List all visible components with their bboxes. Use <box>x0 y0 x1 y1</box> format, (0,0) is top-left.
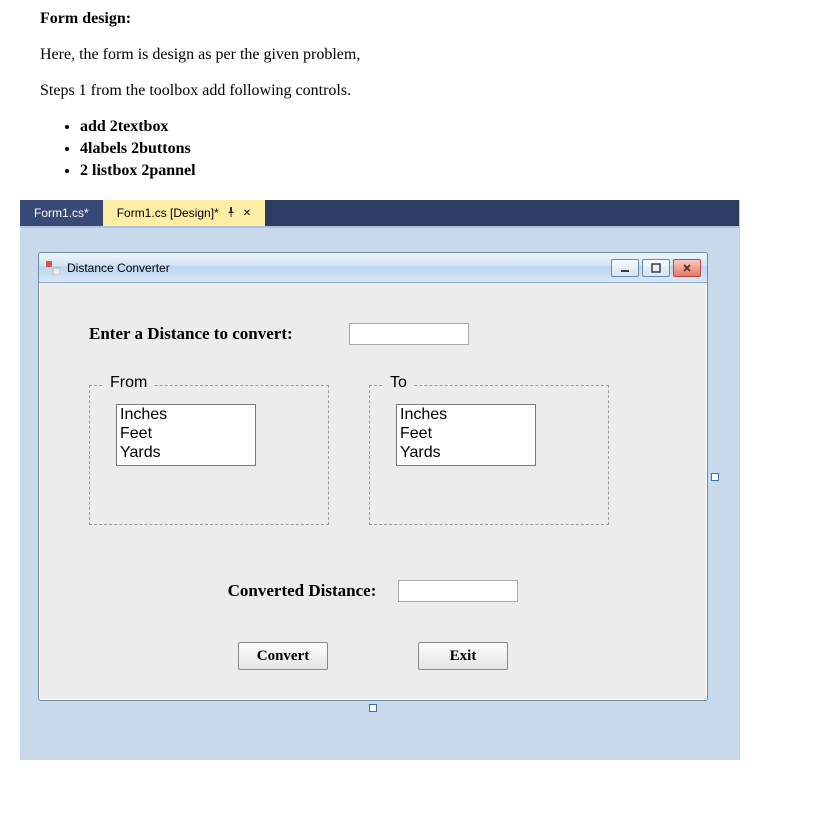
panels-row: From Inches Feet Yards To Inches Feet Ya… <box>89 385 657 525</box>
close-button[interactable] <box>673 259 701 277</box>
app-window[interactable]: Distance Converter Enter a Distance to c… <box>38 252 708 701</box>
list-item[interactable]: Inches <box>120 405 252 424</box>
list-item[interactable]: Yards <box>120 443 252 462</box>
tab-label: Form1.cs [Design]* <box>117 206 219 220</box>
designer-surface[interactable]: Distance Converter Enter a Distance to c… <box>20 226 739 760</box>
to-panel[interactable]: To Inches Feet Yards <box>369 385 609 525</box>
maximize-button[interactable] <box>642 259 670 277</box>
list-item[interactable]: Yards <box>400 443 532 462</box>
converted-row: Converted Distance: <box>89 580 657 602</box>
tab-form1-cs[interactable]: Form1.cs* <box>20 200 103 226</box>
ide-window: Form1.cs* Form1.cs [Design]* ✕ Distance … <box>20 200 740 760</box>
close-icon[interactable]: ✕ <box>243 208 251 219</box>
list-item[interactable]: Feet <box>400 424 532 443</box>
list-item[interactable]: Feet <box>120 424 252 443</box>
bullet-item: add 2textbox <box>80 118 800 136</box>
from-panel[interactable]: From Inches Feet Yards <box>89 385 329 525</box>
doc-para-2: Steps 1 from the toolbox add following c… <box>40 82 800 100</box>
pin-icon[interactable] <box>227 207 235 220</box>
tab-form1-design[interactable]: Form1.cs [Design]* ✕ <box>103 200 265 226</box>
list-item[interactable]: Inches <box>400 405 532 424</box>
to-label: To <box>384 374 413 392</box>
minimize-button[interactable] <box>611 259 639 277</box>
converted-output[interactable] <box>398 580 518 602</box>
selection-handle-bottom[interactable] <box>369 704 377 712</box>
ide-tabstrip: Form1.cs* Form1.cs [Design]* ✕ <box>20 200 739 226</box>
bullet-item: 2 listbox 2pannel <box>80 162 800 180</box>
enter-row: Enter a Distance to convert: <box>89 323 657 345</box>
form-body: Enter a Distance to convert: From Inches… <box>39 283 707 700</box>
bullet-item: 4labels 2buttons <box>80 140 800 158</box>
buttons-row: Convert Exit <box>89 642 657 670</box>
to-listbox[interactable]: Inches Feet Yards <box>396 404 536 466</box>
window-buttons <box>611 259 701 277</box>
doc-bullets: add 2textbox 4labels 2buttons 2 listbox … <box>80 118 800 180</box>
converted-distance-label: Converted Distance: <box>228 581 377 601</box>
doc-heading: Form design: <box>40 10 800 28</box>
from-label: From <box>104 374 153 392</box>
selection-handle-right[interactable] <box>711 473 719 481</box>
tab-label: Form1.cs* <box>34 206 89 220</box>
app-icon <box>45 260 61 276</box>
distance-input[interactable] <box>349 323 469 345</box>
tab-spacer <box>265 200 739 226</box>
doc-para-1: Here, the form is design as per the give… <box>40 46 800 64</box>
titlebar[interactable]: Distance Converter <box>39 253 707 283</box>
enter-distance-label: Enter a Distance to convert: <box>89 324 349 344</box>
exit-button[interactable]: Exit <box>418 642 508 670</box>
window-title: Distance Converter <box>67 261 611 275</box>
from-listbox[interactable]: Inches Feet Yards <box>116 404 256 466</box>
convert-button[interactable]: Convert <box>238 642 328 670</box>
